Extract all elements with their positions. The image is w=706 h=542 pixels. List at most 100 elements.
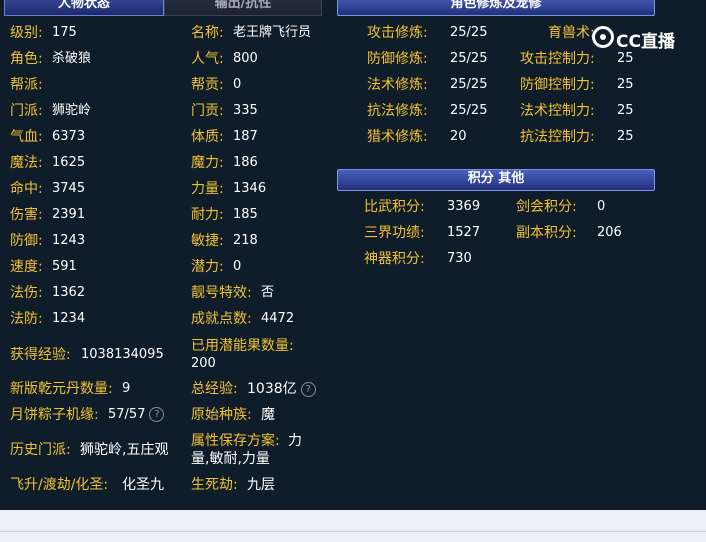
help-icon[interactable]: ? [149,407,165,422]
bottom-divider [0,531,706,532]
total-exp-number: 1038亿 [247,381,297,397]
race-value: 魔 [261,407,275,423]
watermark-text: CC直播 [616,32,675,52]
stat-label: 防御: [10,233,43,249]
stat-label: 伤害: [10,207,43,223]
stat-value: 591 [52,259,77,274]
attr-label: 门贡: [191,103,224,119]
points-label: 神器积分: [364,251,425,267]
attr-value: 800 [233,51,258,66]
cultivation-label: 攻击修炼: [367,25,428,41]
points-label: 比武积分: [364,199,425,215]
cultivation-value: 25/25 [450,51,488,66]
control-value: 25 [617,103,634,118]
help-icon[interactable]: ? [300,381,316,397]
stat-label: 角色: [10,51,43,67]
exp-label: 获得经验: [10,347,71,363]
history-sect-value: 狮驼岭,五庄观 [80,442,169,458]
points-value: 1527 [447,225,481,240]
tab-bar: 人物状态 输出/抗性 [4,0,322,16]
stat-value: 3745 [52,181,86,196]
points-value: 0 [597,199,606,214]
stat-value: 2391 [52,207,86,222]
control-label: 攻击控制力: [520,51,595,67]
cc-logo-icon [592,26,614,48]
stat-value: 1625 [52,155,86,170]
stat-value: 6373 [52,129,86,144]
cultivation-value: 25/25 [450,77,488,92]
scheme-label: 属性保存方案: [191,433,280,449]
attr-label: 耐力: [191,207,224,223]
cultivation-header: 角色修炼及宠修 [337,0,655,16]
attr-label: 敏捷: [191,233,224,249]
attr-value: 218 [233,233,258,248]
stat-label: 命中: [10,181,43,197]
scheme-value-line2: 量,敏耐,力量 [191,451,270,467]
points-header: 积分 其他 [337,169,655,191]
points-value: 730 [447,251,472,266]
stat-label: 帮派: [10,77,43,93]
control-label: 抗法控制力: [520,129,595,145]
stat-label: 速度: [10,259,43,275]
attr-value: 4472 [261,311,295,326]
tab-character-status[interactable]: 人物状态 [4,0,164,16]
stat-value: 175 [52,25,77,40]
control-value: 25 [617,77,634,92]
stat-value: 1362 [52,285,86,300]
used-potential-value: 200 [191,356,216,371]
points-label: 三界功绩: [364,225,425,241]
cultivation-label: 防御修炼: [367,51,428,67]
attr-value: 老王牌飞行员 [233,25,312,40]
cultivation-value: 25/25 [450,25,488,40]
points-label: 剑会积分: [516,199,577,215]
attr-label: 名称: [191,25,224,41]
attr-label: 力量: [191,181,224,197]
stat-label: 级别: [10,25,43,41]
points-label: 副本积分: [516,225,577,241]
used-potential-label: 已用潜能果数量: [191,338,294,354]
attr-value: 186 [233,155,258,170]
control-label: 法术控制力: [520,103,595,119]
attr-label: 体质: [191,129,224,145]
mooncake-value: 57/57? [108,406,165,424]
control-value: 25 [617,51,634,66]
control-value: 25 [617,129,634,144]
total-exp-value: 1038亿? [247,380,316,398]
attr-value: 0 [233,259,242,274]
attr-value: 185 [233,207,258,222]
cultivation-value: 25/25 [450,103,488,118]
points-value: 3369 [447,199,481,214]
total-exp-label: 总经验: [191,381,238,397]
cultivation-label: 猎术修炼: [367,129,428,145]
history-sect-label: 历史门派: [10,442,71,458]
character-panel: 人物状态 输出/抗性 级别: 175 角色: 杀破狼 帮派: 门派: 狮驼岭 气血: 6373 魔… [0,0,703,510]
stat-label: 法防: [10,311,43,327]
life-value: 九层 [247,477,275,493]
qianyuan-label: 新版乾元丹数量: [10,381,113,397]
attr-value: 否 [261,285,275,300]
stat-label: 法伤: [10,285,43,301]
mooncake-label: 月饼粽子机缘: [10,407,99,423]
attr-label: 潜力: [191,259,224,275]
stat-value: 狮驼岭 [52,103,92,118]
stat-value: 1243 [52,233,86,248]
stat-value: 1234 [52,311,86,326]
stat-label: 魔法: [10,155,43,171]
attr-value: 335 [233,103,258,118]
points-value: 206 [597,225,622,240]
fly-label: 飞升/渡劫/化圣: [10,477,109,493]
attr-value: 187 [233,129,258,144]
race-label: 原始种族: [191,407,252,423]
cultivation-label: 法术修炼: [367,77,428,93]
qianyuan-value: 9 [122,381,131,396]
attr-label: 靓号特效: [191,285,252,301]
bottom-strip [0,510,706,542]
fly-value: 化圣九 [122,477,164,493]
attr-value: 0 [233,77,242,92]
attr-label: 魔力: [191,155,224,171]
tab-output-resistance[interactable]: 输出/抗性 [164,0,322,16]
attr-value: 1346 [233,181,267,196]
cultivation-label: 抗法修炼: [367,103,428,119]
attr-label: 成就点数: [191,311,252,327]
exp-value: 1038134095 [81,347,164,362]
